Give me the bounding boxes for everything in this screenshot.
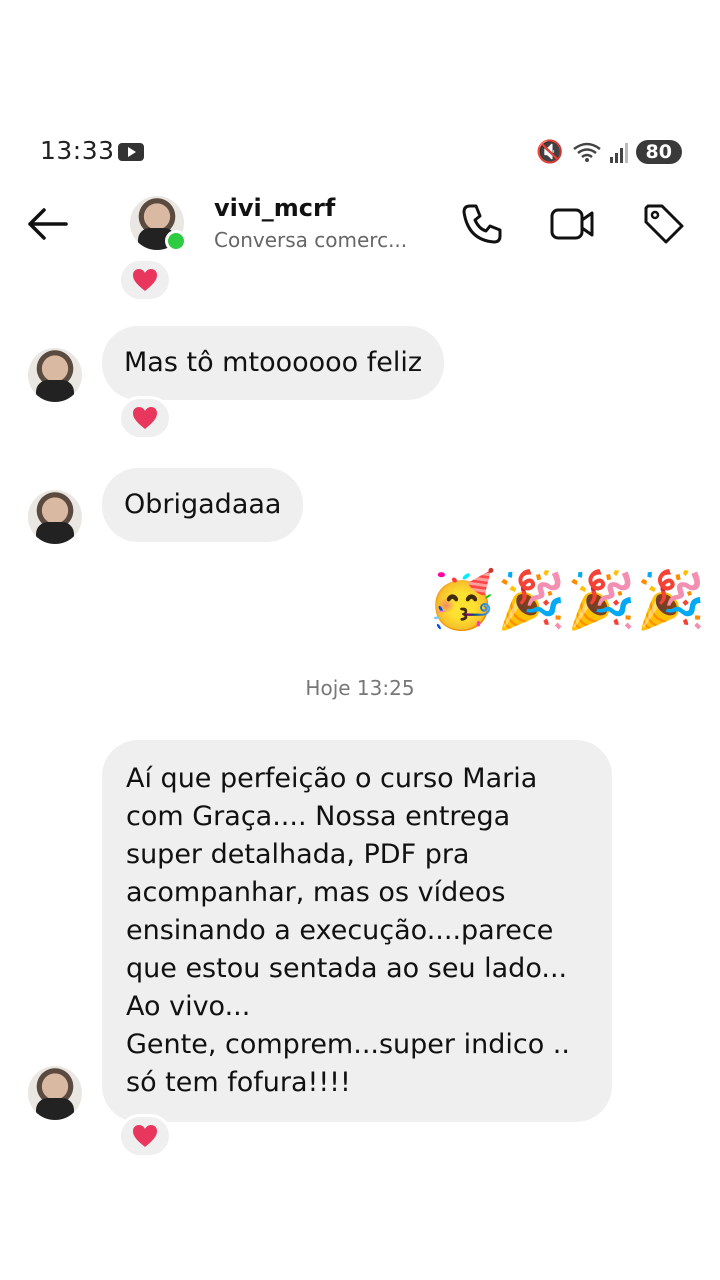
received-message-bubble[interactable]: Obrigadaaa [102, 468, 304, 542]
wifi-icon [572, 142, 601, 162]
status-bar: 13:33 🔇 80 [0, 130, 720, 174]
tag-icon[interactable] [640, 200, 688, 248]
battery-indicator: 80 [635, 140, 682, 164]
youtube-notification-icon [118, 143, 144, 161]
phone-icon[interactable] [458, 200, 506, 248]
heart-reaction-icon [133, 1125, 157, 1147]
video-call-icon[interactable] [548, 200, 596, 248]
sender-avatar[interactable] [28, 490, 82, 544]
received-message-bubble[interactable]: Aí que perfeição o curso Maria com Graça… [102, 740, 612, 1122]
mute-icon: 🔇 [536, 139, 564, 165]
message-reaction[interactable] [118, 396, 172, 440]
online-status-dot [165, 230, 187, 252]
sender-avatar[interactable] [28, 348, 82, 402]
signal-icon [609, 141, 628, 163]
heart-reaction-icon [133, 269, 157, 291]
contact-name[interactable]: vivi_mcrf [214, 194, 335, 222]
sender-avatar[interactable] [28, 1066, 82, 1120]
back-arrow-icon[interactable] [22, 202, 72, 246]
chat-timestamp: Hoje 13:25 [305, 676, 415, 700]
contact-subtitle[interactable]: Conversa comerc... [214, 228, 414, 252]
sent-emoji-message[interactable]: 🥳🎉🎉🎉 [427, 566, 706, 636]
chat-header: vivi_mcrf Conversa comerc... [0, 188, 720, 268]
message-reaction[interactable] [118, 258, 172, 302]
message-reaction[interactable] [118, 1114, 172, 1158]
heart-reaction-icon [133, 407, 157, 429]
status-time: 13:33 [40, 136, 115, 165]
received-message-bubble[interactable]: Mas tô mtoooooo feliz [102, 326, 445, 400]
status-icons: 🔇 80 [536, 136, 682, 168]
